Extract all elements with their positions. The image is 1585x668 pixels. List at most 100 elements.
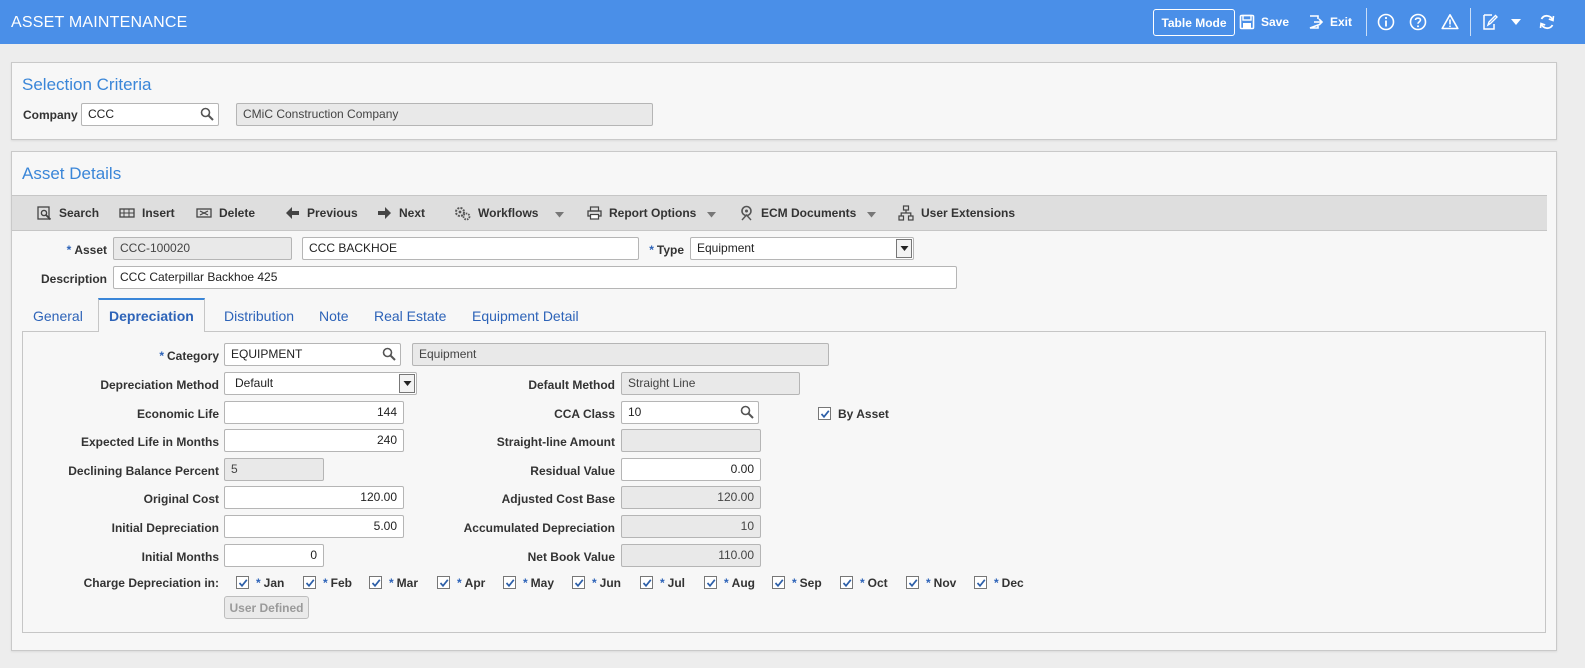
dropdown-arrow-icon[interactable] <box>896 239 912 258</box>
refresh-icon[interactable] <box>1537 12 1557 32</box>
tab-equipment-detail[interactable]: Equipment Detail <box>472 300 579 332</box>
category-label: * Category <box>159 349 219 363</box>
company-input-value: CCC <box>88 107 114 121</box>
initial-depreciation-input[interactable]: 5.00 <box>224 515 404 538</box>
net-book-value-field: 110.00 <box>621 544 761 567</box>
checkmark-icon <box>371 578 380 587</box>
month-checkbox-mar[interactable] <box>369 576 382 589</box>
chevron-down-icon[interactable] <box>1506 12 1526 32</box>
accumulated-depreciation-field: 10 <box>621 515 761 538</box>
initial-months-input[interactable]: 0 <box>224 544 324 567</box>
month-checkbox-oct[interactable] <box>840 576 853 589</box>
month-checkbox-feb[interactable] <box>303 576 316 589</box>
workflows-button[interactable]: Workflows <box>454 196 538 230</box>
report-options-button[interactable]: Report Options <box>587 196 696 230</box>
workflows-button-label: Workflows <box>478 206 539 220</box>
residual-value-input[interactable]: 0.00 <box>621 458 761 481</box>
next-button-label: Next <box>399 206 426 220</box>
initial-months-label: Initial Months <box>141 550 219 564</box>
expected-life-input[interactable]: 240 <box>224 429 404 452</box>
original-cost-input[interactable]: 120.00 <box>224 486 404 509</box>
report-options-dropdown-icon[interactable] <box>706 208 717 222</box>
selection-criteria-panel <box>11 62 1557 140</box>
month-checkbox-sep[interactable] <box>772 576 785 589</box>
month-label-jun: * Jun <box>592 576 622 590</box>
month-checkbox-apr[interactable] <box>437 576 450 589</box>
tab-note[interactable]: Note <box>319 300 349 332</box>
ecm-documents-dropdown-icon[interactable] <box>866 208 877 222</box>
tab-real-estate[interactable]: Real Estate <box>374 300 446 332</box>
checkmark-icon <box>820 409 829 418</box>
adjusted-cost-base-field: 120.00 <box>621 486 761 509</box>
default-method-field: Straight Line <box>621 372 800 395</box>
checkmark-icon <box>706 578 715 587</box>
gears-icon <box>455 206 471 220</box>
delete-icon <box>196 208 212 218</box>
asset-code-field: CCC-100020 <box>113 237 292 260</box>
straight-line-amount-field <box>621 429 761 452</box>
month-label-apr: * Apr <box>457 576 486 590</box>
month-checkbox-jul[interactable] <box>640 576 653 589</box>
description-input[interactable]: CCC Caterpillar Backhoe 425 <box>113 266 957 289</box>
depreciation-method-select[interactable]: Default <box>224 372 417 395</box>
info-icon[interactable] <box>1376 12 1396 32</box>
workflows-dropdown-icon[interactable] <box>554 208 565 222</box>
search-button[interactable]: Search <box>37 196 99 230</box>
warning-icon[interactable] <box>1440 12 1460 32</box>
exit-label: Exit <box>1330 15 1353 29</box>
month-label-nov: * Nov <box>926 576 957 590</box>
user-defined-button[interactable]: User Defined <box>224 596 309 619</box>
category-input[interactable]: EQUIPMENT <box>224 343 401 366</box>
user-extensions-button[interactable]: User Extensions <box>898 196 1015 230</box>
month-checkbox-jun[interactable] <box>572 576 585 589</box>
asset-name-input[interactable]: CCC BACKHOE <box>302 237 639 260</box>
initial-depreciation-label: Initial Depreciation <box>111 521 219 535</box>
expected-life-label: Expected Life in Months <box>80 435 219 449</box>
ecm-documents-button[interactable]: ECM Documents <box>739 196 856 230</box>
month-checkbox-dec[interactable] <box>974 576 987 589</box>
depreciation-method-label: Depreciation Method <box>100 378 219 392</box>
delete-button[interactable]: Delete <box>196 196 255 230</box>
save-label: Save <box>1261 15 1290 29</box>
insert-icon <box>119 208 135 218</box>
search-icon[interactable] <box>200 107 214 125</box>
dropdown-arrow-icon[interactable] <box>399 374 415 393</box>
checkmark-icon <box>505 578 514 587</box>
edit-icon[interactable] <box>1480 12 1500 32</box>
default-method-label: Default Method <box>528 378 615 392</box>
save-icon <box>1239 14 1255 30</box>
ecm-documents-label: ECM Documents <box>761 206 857 220</box>
company-input[interactable]: CCC <box>81 103 219 126</box>
save-button[interactable]: Save <box>1239 0 1289 44</box>
search-icon[interactable] <box>382 347 396 365</box>
type-select[interactable]: Equipment <box>690 237 914 260</box>
cca-class-label: CCA Class <box>554 407 615 421</box>
month-checkbox-aug[interactable] <box>704 576 717 589</box>
category-description-field: Equipment <box>412 343 829 366</box>
month-checkbox-nov[interactable] <box>906 576 919 589</box>
month-checkbox-may[interactable] <box>503 576 516 589</box>
next-button[interactable]: Next <box>377 196 425 230</box>
exit-button[interactable]: Exit <box>1308 0 1352 44</box>
month-checkbox-jan[interactable] <box>236 576 249 589</box>
tab-depreciation[interactable]: Depreciation <box>98 298 205 332</box>
cca-class-input[interactable]: 10 <box>621 401 759 424</box>
tab-distribution[interactable]: Distribution <box>224 300 294 332</box>
asset-label: * Asset <box>66 243 107 257</box>
month-label-oct: * Oct <box>860 576 888 590</box>
app-title: ASSET MAINTENANCE <box>11 14 188 31</box>
table-mode-button[interactable]: Table Mode <box>1153 9 1235 36</box>
search-icon[interactable] <box>740 405 754 423</box>
insert-button[interactable]: Insert <box>119 196 175 230</box>
net-book-value-label: Net Book Value <box>527 550 615 564</box>
checkmark-icon <box>842 578 851 587</box>
search-icon <box>37 205 52 220</box>
economic-life-input[interactable]: 144 <box>224 401 404 424</box>
previous-button[interactable]: Previous <box>285 196 358 230</box>
tab-general[interactable]: General <box>33 300 83 332</box>
selection-criteria-title: Selection Criteria <box>22 75 152 94</box>
company-name-field: CMiC Construction Company <box>236 103 653 126</box>
by-asset-checkbox[interactable] <box>818 407 831 420</box>
month-label-sep: * Sep <box>792 576 822 590</box>
help-icon[interactable] <box>1408 12 1428 32</box>
